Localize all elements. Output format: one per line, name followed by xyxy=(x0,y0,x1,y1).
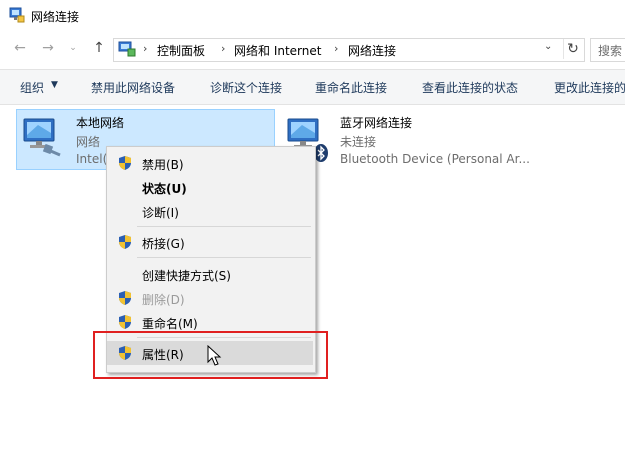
breadcrumb-separator-icon: › xyxy=(334,42,339,55)
bluetooth-icon xyxy=(314,144,328,162)
menu-separator xyxy=(137,226,311,227)
breadcrumb-separator-icon: › xyxy=(143,42,148,55)
menu-item-bridge[interactable]: 桥接(G) xyxy=(107,230,313,254)
organize-button[interactable]: 组织 xyxy=(20,79,44,96)
control-panel-icon xyxy=(118,41,136,57)
connection-status: 未连接 xyxy=(340,135,377,149)
network-connections-icon xyxy=(9,7,25,23)
connection-device: Intel( xyxy=(76,152,108,166)
disable-device-button[interactable]: 禁用此网络设备 xyxy=(91,79,175,96)
menu-item-diagnose[interactable]: 诊断(I) xyxy=(107,199,313,223)
menu-item-label: 重命名(M) xyxy=(142,317,198,331)
breadcrumb-separator-icon: › xyxy=(221,42,226,55)
rename-button[interactable]: 重命名此连接 xyxy=(315,79,387,96)
forward-arrow-icon[interactable]: → xyxy=(40,40,56,56)
ethernet-adapter-icon xyxy=(23,118,61,157)
menu-item-disable[interactable]: 禁用(B) xyxy=(107,151,313,175)
view-status-button[interactable]: 查看此连接的状态 xyxy=(422,79,518,96)
uac-shield-icon xyxy=(119,156,131,170)
menu-item-label: 诊断(I) xyxy=(142,206,179,220)
menu-item-label: 桥接(G) xyxy=(142,237,185,251)
mouse-cursor-icon xyxy=(207,345,222,366)
address-dropdown-icon[interactable]: ⌄ xyxy=(544,41,552,52)
back-arrow-icon[interactable]: ← xyxy=(12,40,28,56)
uac-shield-icon xyxy=(119,235,131,249)
menu-item-label: 创建快捷方式(S) xyxy=(142,269,231,283)
breadcrumb-network-internet[interactable]: 网络和 Internet xyxy=(234,42,321,59)
recent-locations-chevron-icon[interactable]: ⌄ xyxy=(65,40,81,56)
window-title: 网络连接 xyxy=(31,10,80,24)
organize-dropdown-icon[interactable]: ▼ xyxy=(51,80,58,90)
breadcrumb-control-panel[interactable]: 控制面板 xyxy=(157,42,205,59)
menu-item-create-shortcut[interactable]: 创建快捷方式(S) xyxy=(107,262,313,286)
menu-separator xyxy=(137,257,311,258)
connection-status: 网络 xyxy=(76,135,101,149)
title-bar xyxy=(0,0,625,32)
breadcrumb-network-connections[interactable]: 网络连接 xyxy=(348,42,396,59)
menu-item-label: 删除(D) xyxy=(142,293,185,307)
menu-item-label: 禁用(B) xyxy=(142,158,184,172)
diagnose-button[interactable]: 诊断这个连接 xyxy=(210,79,282,96)
uac-shield-icon xyxy=(119,291,131,305)
menu-item-delete[interactable]: 删除(D) xyxy=(107,286,313,310)
menu-item-label: 状态(U) xyxy=(142,182,187,196)
uac-shield-icon xyxy=(119,315,131,329)
connection-device: Bluetooth Device (Personal Ar... xyxy=(340,152,530,166)
menu-item-status[interactable]: 状态(U) xyxy=(107,175,313,199)
up-arrow-icon[interactable]: ↑ xyxy=(91,40,107,56)
refresh-icon[interactable]: ↻ xyxy=(563,39,582,59)
connection-name: 本地网络 xyxy=(76,116,125,130)
connection-name: 蓝牙网络连接 xyxy=(340,116,413,130)
change-settings-button[interactable]: 更改此连接的 xyxy=(554,79,625,96)
search-placeholder: 搜索 xyxy=(598,44,623,58)
